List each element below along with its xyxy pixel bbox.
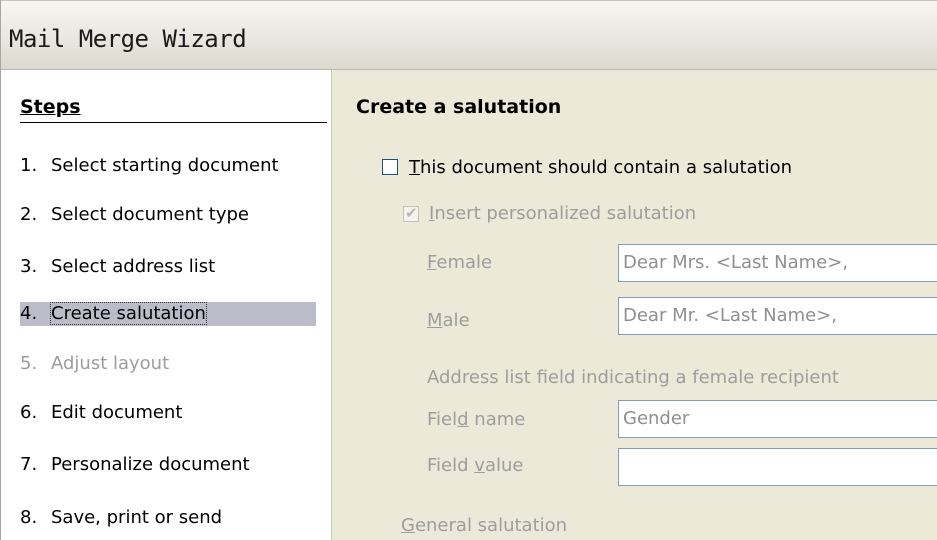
step-label: Adjust layout (51, 353, 170, 374)
checkmark-icon: ✔ (405, 204, 418, 222)
step-label: Select address list (51, 256, 216, 277)
step-label: Save, print or send (51, 507, 223, 528)
title-bar[interactable]: Mail Merge Wizard (1, 0, 937, 70)
step-edit-document[interactable]: 6. Edit document (20, 401, 316, 425)
field-name-label: Field name (427, 409, 526, 430)
step-number: 2. (20, 204, 38, 225)
field-name-select[interactable]: Gender (618, 400, 937, 438)
male-label: Male (427, 310, 470, 331)
female-label: Female (427, 252, 493, 273)
step-save-print-send[interactable]: 8. Save, print or send (20, 506, 316, 530)
step-number: 6. (20, 402, 38, 423)
page-title: Create a salutation (356, 96, 562, 118)
step-number: 1. (20, 155, 38, 176)
steps-heading: Steps (20, 96, 327, 123)
step-select-address-list[interactable]: 3. Select address list (20, 255, 316, 279)
step-label: Personalize document (51, 454, 250, 475)
step-label: Create salutation (50, 302, 207, 325)
insert-personalized-checkbox[interactable]: ✔ (403, 204, 419, 222)
male-salutation-field[interactable]: Dear Mr. <Last Name>, (618, 297, 937, 335)
address-field-caption: Address list field indicating a female r… (427, 367, 839, 388)
field-value-select[interactable] (618, 448, 937, 486)
contain-salutation-label[interactable]: This document should contain a salutatio… (409, 157, 792, 179)
insert-personalized-label[interactable]: Insert personalized salutation (429, 203, 696, 225)
contain-salutation-checkbox[interactable] (382, 159, 398, 175)
step-adjust-layout: 5. Adjust layout (20, 352, 316, 376)
step-label: Select starting document (51, 155, 279, 176)
step-create-salutation[interactable]: 4. Create salutation (20, 302, 316, 326)
female-salutation-field[interactable]: Dear Mrs. <Last Name>, (618, 244, 937, 282)
step-number: 8. (20, 507, 38, 528)
general-salutation-label: General salutation (401, 515, 568, 536)
step-number: 5. (20, 353, 38, 374)
step-select-starting-document[interactable]: 1. Select starting document (20, 154, 316, 178)
step-number: 3. (20, 256, 38, 277)
step-personalize-document[interactable]: 7. Personalize document (20, 453, 316, 477)
window-title: Mail Merge Wizard (9, 25, 247, 53)
step-label: Select document type (51, 204, 249, 225)
step-number: 4. (20, 303, 38, 324)
mail-merge-wizard-window: Mail Merge Wizard Steps 1. Select startin… (0, 0, 937, 540)
step-select-document-type[interactable]: 2. Select document type (20, 203, 316, 227)
step-label: Edit document (51, 402, 183, 423)
field-value-label: Field value (427, 455, 524, 476)
step-number: 7. (20, 454, 38, 475)
